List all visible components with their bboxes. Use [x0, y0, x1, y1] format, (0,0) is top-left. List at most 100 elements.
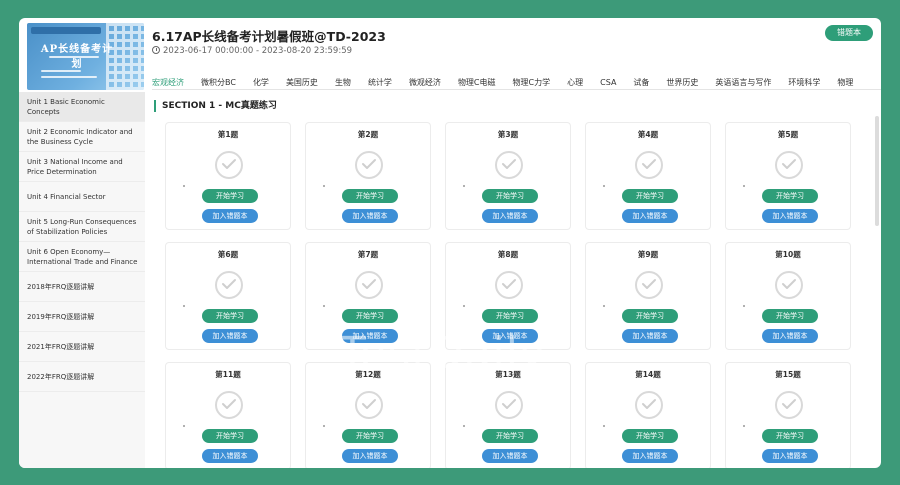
add-to-wrongbook-button[interactable]: 加入错题本: [762, 209, 818, 223]
question-title: 第13题: [495, 370, 521, 379]
start-study-button[interactable]: 开始学习: [762, 189, 818, 203]
start-study-button[interactable]: 开始学习: [622, 189, 678, 203]
tab-6[interactable]: 微观经济: [409, 76, 441, 89]
progress-dot: [743, 185, 745, 187]
add-to-wrongbook-button[interactable]: 加入错题本: [342, 329, 398, 343]
question-card: 第6题 开始学习 加入错题本: [165, 242, 291, 350]
question-title: 第3题: [497, 130, 519, 139]
tab-10[interactable]: CSA: [600, 76, 616, 89]
question-card: 第1题 开始学习 加入错题本: [165, 122, 291, 230]
tab-8[interactable]: 物理C力学: [513, 76, 551, 89]
sidebar-item-0[interactable]: Unit 1 Basic Economic Concepts: [19, 92, 145, 122]
unit-sidebar: Unit 1 Basic Economic Concepts Unit 2 Eco…: [19, 92, 145, 468]
clock-icon: [152, 46, 160, 54]
add-to-wrongbook-button[interactable]: 加入错题本: [202, 209, 258, 223]
scrollbar[interactable]: [875, 116, 879, 226]
start-study-button[interactable]: 开始学习: [622, 309, 678, 323]
course-cover-image: AP长线备考计划: [27, 23, 144, 90]
checkmark-icon: [495, 271, 523, 299]
sidebar-item-4[interactable]: Unit 5 Long-Run Consequences of Stabiliz…: [19, 212, 145, 242]
sidebar-item-7[interactable]: 2019年FRQ逐题讲解: [19, 302, 145, 332]
question-title: 第11题: [215, 370, 241, 379]
tab-2[interactable]: 化学: [253, 76, 269, 89]
question-card: 第14题 开始学习 加入错题本: [585, 362, 711, 468]
progress-dot: [183, 425, 185, 427]
progress-dot: [603, 425, 605, 427]
question-card: 第8题开始学习加入错题本: [445, 242, 571, 350]
question-card: 第12题开始学习加入错题本: [305, 362, 431, 468]
question-card: 第13题开始学习加入错题本: [445, 362, 571, 468]
sidebar-item-3[interactable]: Unit 4 Financial Sector: [19, 182, 145, 212]
start-study-button[interactable]: 开始学习: [482, 309, 538, 323]
tab-4[interactable]: 生物: [335, 76, 351, 89]
question-title: 第9题: [637, 250, 659, 259]
tab-3[interactable]: 美国历史: [286, 76, 318, 89]
sidebar-item-1[interactable]: Unit 2 Economic Indicator and the Busine…: [19, 122, 145, 152]
tab-14[interactable]: 环境科学: [788, 76, 820, 89]
sidebar-item-6[interactable]: 2018年FRQ逐题讲解: [19, 272, 145, 302]
start-study-button[interactable]: 开始学习: [342, 429, 398, 443]
start-study-button[interactable]: 开始学习: [622, 429, 678, 443]
start-study-button[interactable]: 开始学习: [342, 309, 398, 323]
question-title: 第12题: [355, 370, 381, 379]
tab-0[interactable]: 宏观经济: [152, 76, 184, 89]
course-window: AP长线备考计划 6.17AP长线备考计划暑假班@TD-2023 2023-06…: [19, 18, 881, 468]
tab-9[interactable]: 心理: [567, 76, 583, 89]
add-to-wrongbook-button[interactable]: 加入错题本: [482, 329, 538, 343]
checkmark-icon: [355, 271, 383, 299]
tab-15[interactable]: 物理: [837, 76, 853, 89]
add-to-wrongbook-button[interactable]: 加入错题本: [762, 329, 818, 343]
checkmark-icon: [215, 271, 243, 299]
tab-13[interactable]: 英语语言与写作: [715, 76, 771, 89]
sidebar-item-8[interactable]: 2021年FRQ逐题讲解: [19, 332, 145, 362]
question-title: 第15题: [775, 370, 801, 379]
sidebar-item-9[interactable]: 2022年FRQ逐题讲解: [19, 362, 145, 392]
start-study-button[interactable]: 开始学习: [762, 429, 818, 443]
checkmark-icon: [215, 151, 243, 179]
add-to-wrongbook-button[interactable]: 加入错题本: [762, 449, 818, 463]
question-title: 第7题: [357, 250, 379, 259]
start-study-button[interactable]: 开始学习: [202, 309, 258, 323]
start-study-button[interactable]: 开始学习: [482, 189, 538, 203]
add-to-wrongbook-button[interactable]: 加入错题本: [202, 329, 258, 343]
start-study-button[interactable]: 开始学习: [202, 189, 258, 203]
checkmark-icon: [775, 271, 803, 299]
add-to-wrongbook-button[interactable]: 加入错题本: [342, 449, 398, 463]
start-study-button[interactable]: 开始学习: [762, 309, 818, 323]
question-title: 第10题: [775, 250, 801, 259]
start-study-button[interactable]: 开始学习: [482, 429, 538, 443]
add-to-wrongbook-button[interactable]: 加入错题本: [622, 209, 678, 223]
progress-dot: [323, 305, 325, 307]
question-card: 第10题开始学习加入错题本: [725, 242, 851, 350]
add-to-wrongbook-button[interactable]: 加入错题本: [622, 329, 678, 343]
course-date-range: 2023-06-17 00:00:00 - 2023-08-20 23:59:5…: [152, 46, 352, 56]
checkmark-icon: [495, 391, 523, 419]
add-to-wrongbook-button[interactable]: 加入错题本: [202, 449, 258, 463]
add-to-wrongbook-button[interactable]: 加入错题本: [622, 449, 678, 463]
question-title: 第5题: [777, 130, 799, 139]
sidebar-item-2[interactable]: Unit 3 National Income and Price Determi…: [19, 152, 145, 182]
progress-dot: [603, 305, 605, 307]
tab-7[interactable]: 物理C电磁: [458, 76, 496, 89]
course-title: 6.17AP长线备考计划暑假班@TD-2023: [152, 29, 386, 44]
add-to-wrongbook-button[interactable]: 加入错题本: [482, 209, 538, 223]
checkmark-icon: [775, 151, 803, 179]
sidebar-item-5[interactable]: Unit 6 Open Economy—International Trade …: [19, 242, 145, 272]
tab-5[interactable]: 统计学: [368, 76, 392, 89]
progress-dot: [743, 425, 745, 427]
progress-dot: [183, 305, 185, 307]
wrongbook-button[interactable]: 错题本: [825, 25, 873, 41]
question-card: 第5题开始学习加入错题本: [725, 122, 851, 230]
progress-dot: [603, 185, 605, 187]
question-card: 第3题开始学习加入错题本: [445, 122, 571, 230]
cover-title: AP长线备考计划: [40, 44, 114, 70]
tab-1[interactable]: 微积分BC: [201, 76, 236, 89]
question-title: 第8题: [497, 250, 519, 259]
progress-dot: [463, 425, 465, 427]
tab-11[interactable]: 试备: [633, 76, 649, 89]
add-to-wrongbook-button[interactable]: 加入错题本: [342, 209, 398, 223]
tab-12[interactable]: 世界历史: [666, 76, 698, 89]
start-study-button[interactable]: 开始学习: [202, 429, 258, 443]
add-to-wrongbook-button[interactable]: 加入错题本: [482, 449, 538, 463]
start-study-button[interactable]: 开始学习: [342, 189, 398, 203]
